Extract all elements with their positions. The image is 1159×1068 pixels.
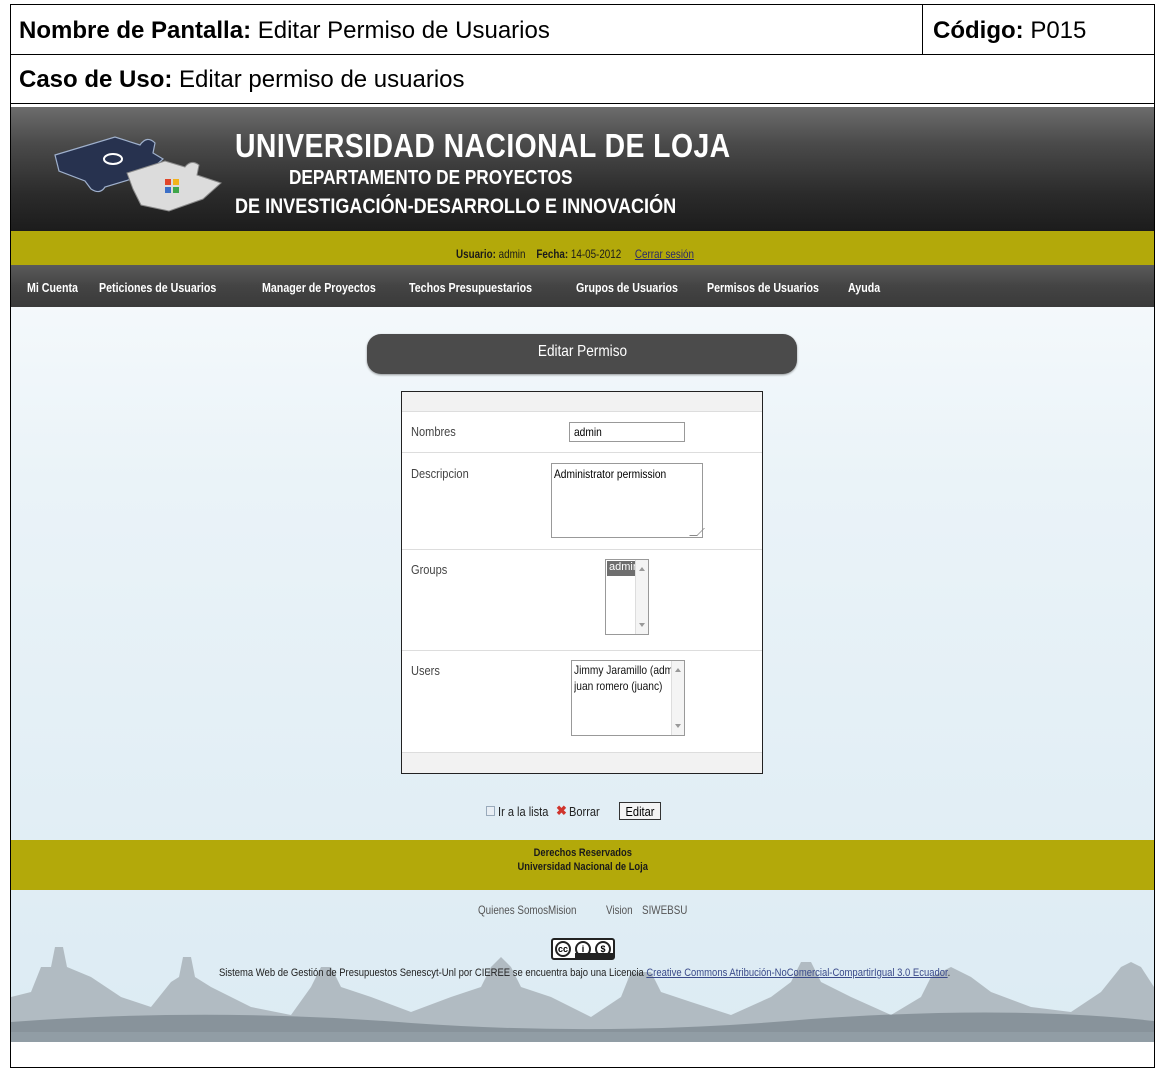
delete-link[interactable]: Borrar	[569, 804, 600, 819]
footer-link-siwebsu[interactable]: SIWEBSU	[642, 903, 687, 917]
nombres-label: Nombres	[411, 424, 456, 439]
university-title: UNIVERSIDAD NACIONAL DE LOJA	[235, 127, 731, 164]
footer-rights-text: Derechos Reservados	[533, 847, 632, 859]
date-value: 14-05-2012	[570, 247, 622, 261]
nav-permisos-usuarios[interactable]: Permisos de Usuarios	[707, 280, 819, 295]
department-title: DEPARTAMENTO DE PROYECTOS	[289, 167, 573, 189]
descripcion-value: Administrator permission	[554, 467, 667, 481]
spec-row-screen-name: Nombre de Pantalla: Editar Permiso de Us…	[11, 5, 1154, 55]
edit-button-label: Editar	[625, 804, 655, 819]
user-label: Usuario:	[456, 247, 496, 261]
list-icon	[486, 806, 495, 816]
form-title: Editar Permiso	[367, 343, 797, 361]
screen-name: Nombre de Pantalla: Editar Permiso de Us…	[19, 17, 550, 45]
use-case-value: Editar permiso de usuarios	[179, 66, 465, 93]
nombres-input[interactable]: admin	[569, 422, 685, 442]
footer-link-mision[interactable]: Mision	[548, 903, 576, 917]
users-option-text: juan romero (juanc)	[574, 679, 663, 693]
users-option-text: Jimmy Jaramillo (admin)	[574, 663, 674, 677]
screen-name-value: Editar Permiso de Usuarios	[257, 17, 550, 44]
license-link[interactable]: Creative Commons Atribución-NoComercial-…	[646, 967, 947, 979]
nav-manager-proyectos[interactable]: Manager de Proyectos	[262, 280, 376, 295]
go-to-list-link[interactable]: Ir a la lista	[498, 804, 548, 819]
nav-techos-presupuestarios[interactable]: Techos Presupuestarios	[409, 280, 532, 295]
row-divider	[402, 650, 762, 651]
site-header: UNIVERSIDAD NACIONAL DE LOJA DEPARTAMENT…	[11, 107, 1154, 231]
spec-code-cell: Código: P015	[922, 5, 1154, 55]
use-case-label: Caso de Uso:	[19, 66, 173, 93]
scroll-down-icon[interactable]	[675, 724, 681, 728]
form-bottom-strip	[402, 752, 762, 773]
main-nav: Mi Cuenta Peticiones de Usuarios Manager…	[11, 265, 1154, 307]
user-bar: Usuario: admin Fecha: 14-05-2012 Cerrar …	[11, 231, 1154, 265]
users-option[interactable]: juan romero (juanc)	[574, 679, 674, 693]
puzzle-logo-icon	[54, 136, 222, 212]
nav-peticiones-usuarios[interactable]: Peticiones de Usuarios	[99, 280, 216, 295]
nombres-value: admin	[574, 425, 602, 439]
license-notice: Sistema Web de Gestión de Presupuestos S…	[219, 967, 951, 979]
department-subtitle: DE INVESTIGACIÓN-DESARROLLO E INNOVACIÓN	[235, 195, 677, 218]
descripcion-textarea[interactable]: Administrator permission	[551, 463, 705, 538]
footer-link-quienes-somos[interactable]: Quienes Somos	[478, 903, 548, 917]
use-case: Caso de Uso: Editar permiso de usuarios	[19, 66, 465, 94]
nav-mi-cuenta[interactable]: Mi Cuenta	[27, 280, 78, 295]
scroll-down-icon[interactable]	[639, 623, 645, 627]
cc-bar	[575, 953, 613, 958]
code-label: Código:	[933, 17, 1024, 44]
resize-grip-icon[interactable]	[689, 528, 705, 536]
groups-multiselect[interactable]: admin	[605, 559, 649, 635]
footer-rights: Derechos Reservados	[11, 847, 1154, 859]
footer-link-vision[interactable]: Vision	[606, 903, 633, 917]
groups-scrollbar[interactable]	[635, 560, 648, 634]
scroll-up-icon[interactable]	[639, 567, 645, 571]
logout-link[interactable]: Cerrar sesión	[635, 247, 694, 261]
screen-name-label: Nombre de Pantalla:	[19, 17, 252, 44]
footer-university: Universidad Nacional de Loja	[11, 861, 1154, 873]
edit-permission-form: Nombres admin Descripcion Administrator …	[401, 391, 763, 774]
license-text: Sistema Web de Gestión de Presupuestos S…	[219, 967, 644, 979]
groups-option-selected[interactable]: admin	[607, 561, 635, 576]
spec-row-use-case: Caso de Uso: Editar permiso de usuarios	[11, 56, 1154, 104]
users-option[interactable]: Jimmy Jaramillo (admin)	[574, 663, 674, 677]
nav-ayuda[interactable]: Ayuda	[848, 280, 880, 295]
groups-label: Groups	[411, 562, 448, 577]
delete-icon: ✖	[556, 803, 567, 818]
cc-icon: cc	[555, 941, 571, 957]
app-screenshot: UNIVERSIDAD NACIONAL DE LOJA DEPARTAMENT…	[11, 107, 1154, 1042]
scroll-up-icon[interactable]	[675, 668, 681, 672]
users-label: Users	[411, 663, 440, 678]
row-divider	[402, 549, 762, 550]
descripcion-label: Descripcion	[411, 466, 469, 481]
footer-bar: Derechos Reservados Universidad Nacional…	[11, 840, 1154, 890]
date-label: Fecha:	[536, 247, 569, 261]
edit-button[interactable]: Editar	[619, 802, 661, 820]
users-multiselect[interactable]: Jimmy Jaramillo (admin) juan romero (jua…	[571, 660, 685, 736]
nav-grupos-usuarios[interactable]: Grupos de Usuarios	[576, 280, 678, 295]
users-scrollbar[interactable]	[671, 661, 684, 735]
form-top-strip	[402, 392, 762, 412]
form-title-text: Editar Permiso	[537, 343, 627, 360]
user-info: Usuario: admin Fecha: 14-05-2012 Cerrar …	[456, 247, 694, 261]
row-divider	[402, 452, 762, 453]
screen-code: Código: P015	[933, 17, 1086, 45]
form-title-bar: Editar Permiso	[367, 334, 797, 374]
footer-university-text: Universidad Nacional de Loja	[517, 861, 648, 873]
cc-by-nc-sa-icon[interactable]: cc i $	[551, 938, 615, 960]
code-value: P015	[1030, 17, 1087, 44]
user-value: admin	[498, 247, 526, 261]
